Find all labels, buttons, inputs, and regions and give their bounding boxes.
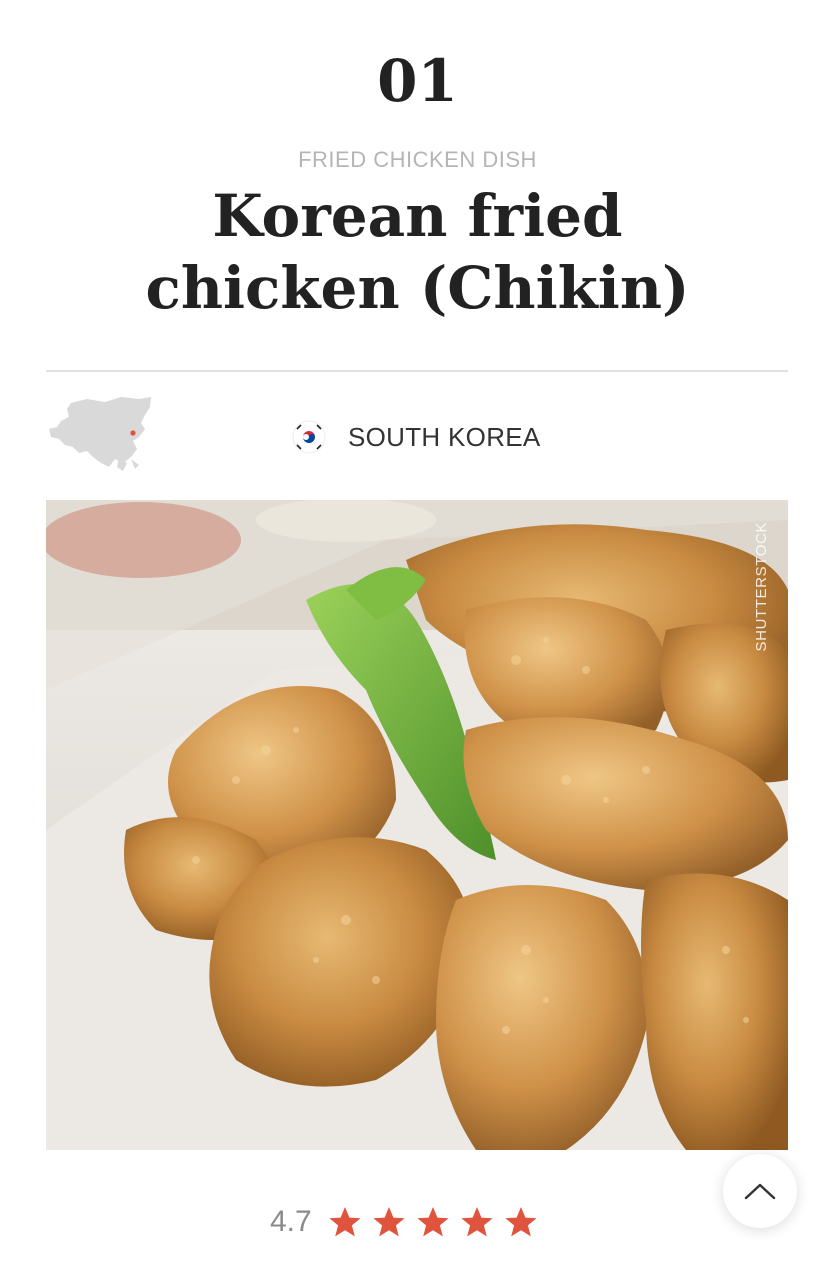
dish-category: FRIED CHICKEN DISH — [298, 147, 537, 172]
origin-country[interactable]: SOUTH KOREA — [292, 420, 541, 454]
dish-title-line-1: Korean fried — [212, 182, 623, 250]
asia-map-icon[interactable] — [47, 393, 155, 477]
rating-value: 4.7 — [270, 1205, 312, 1238]
country-label: SOUTH KOREA — [348, 421, 541, 452]
chevron-up-icon — [744, 1183, 776, 1200]
dish-photo[interactable]: SHUTTERSTOCK — [46, 500, 788, 1150]
dish-title[interactable]: Korean fried chicken (Chikin) — [60, 180, 775, 324]
rating-stars — [328, 1205, 538, 1239]
star-icon — [505, 1207, 537, 1237]
star-icon — [461, 1207, 493, 1237]
star-icon — [373, 1207, 405, 1237]
star-icon — [417, 1207, 449, 1237]
rating[interactable]: 4.7 — [270, 1200, 538, 1244]
dish-rank: 01 — [377, 47, 458, 115]
dish-title-line-2: chicken (Chikin) — [145, 254, 690, 322]
divider — [46, 370, 788, 372]
star-icon — [329, 1207, 361, 1237]
south-korea-flag-icon — [292, 420, 326, 454]
scroll-to-top-button[interactable] — [723, 1154, 797, 1228]
photo-credit: SHUTTERSTOCK — [753, 522, 770, 652]
